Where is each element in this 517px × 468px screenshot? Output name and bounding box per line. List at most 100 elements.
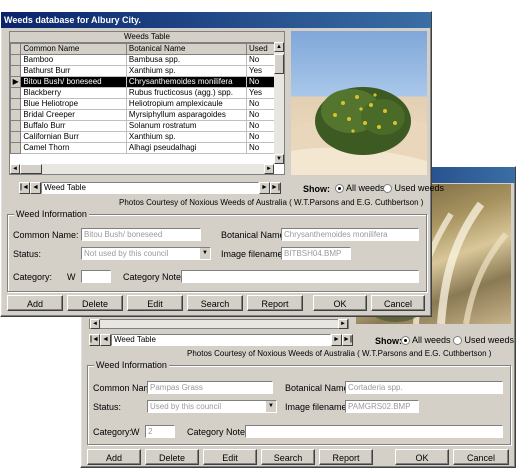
last-record-button[interactable]: ►| xyxy=(270,182,281,194)
cancel-button[interactable]: Cancel xyxy=(371,295,425,311)
grid-vscroll[interactable]: ▲ ▼ xyxy=(274,42,284,164)
cell-botanical-name[interactable]: Alhagi pseudalhagi xyxy=(125,142,248,154)
scroll-left-button[interactable]: ◄ xyxy=(10,164,20,174)
cell-botanical-name[interactable]: Myrsiphyllum asparagoides xyxy=(125,109,248,121)
status-select[interactable]: Not used by this council ▼ xyxy=(81,247,211,260)
cell-used[interactable]: No xyxy=(246,142,276,154)
cell-common-name[interactable]: Bamboo xyxy=(20,54,127,66)
scroll-down-button[interactable]: ▼ xyxy=(274,154,284,164)
common-name-field[interactable]: Bitou Bush/ boneseed xyxy=(81,228,201,241)
row-selector[interactable] xyxy=(9,131,22,143)
cell-used[interactable]: No xyxy=(246,131,276,143)
back-radio-used[interactable] xyxy=(453,336,462,346)
back-scroll-left-button[interactable]: ◄ xyxy=(90,319,100,329)
row-selector[interactable] xyxy=(9,87,22,99)
edit-button[interactable]: Edit xyxy=(127,295,183,311)
column-header-common-name[interactable]: Common Name xyxy=(20,43,127,55)
scroll-thumb[interactable] xyxy=(274,54,284,74)
row-selector[interactable] xyxy=(9,142,22,154)
scroll-up-button[interactable]: ▲ xyxy=(274,42,284,52)
back-radio-used-group[interactable]: Used weeds xyxy=(453,335,514,346)
radio-all-weeds[interactable] xyxy=(335,184,344,194)
cell-botanical-name[interactable]: Xanthium sp. xyxy=(125,131,248,143)
back-ok-button[interactable]: OK xyxy=(395,449,449,465)
back-status-select[interactable]: Used by this council ▼ xyxy=(147,400,277,413)
current-row-indicator-icon[interactable]: ▶ xyxy=(9,76,22,88)
back-search-button[interactable]: Search xyxy=(261,449,315,465)
cell-used[interactable]: Yes xyxy=(246,65,276,77)
back-last-record-button[interactable]: ►| xyxy=(342,334,353,346)
table-row[interactable]: Bamboo Bambusa spp. No xyxy=(9,54,276,66)
front-window-title[interactable]: Weeds database for Albury City. xyxy=(1,12,431,28)
back-common-name-field[interactable]: Pampas Grass xyxy=(147,381,273,394)
back-edit-button[interactable]: Edit xyxy=(203,449,257,465)
column-header-used[interactable]: Used xyxy=(246,43,276,55)
row-selector[interactable] xyxy=(9,98,22,110)
back-delete-button[interactable]: Delete xyxy=(145,449,199,465)
table-row[interactable]: Bridal Creeper Myrsiphyllum asparagoides N… xyxy=(9,109,276,121)
cell-used[interactable]: No xyxy=(246,98,276,110)
back-next-record-button[interactable]: ► xyxy=(331,334,342,346)
back-status-dropdown-icon[interactable]: ▼ xyxy=(266,401,276,412)
back-add-button[interactable]: Add xyxy=(87,449,141,465)
cell-common-name[interactable]: Californian Burr xyxy=(20,131,127,143)
cell-common-name[interactable]: Buffalo Burr xyxy=(20,120,127,132)
table-row[interactable]: ▶ Bitou Bush/ boneseed Chrysanthemoides mo… xyxy=(9,76,276,88)
back-prev-record-button[interactable]: ◄ xyxy=(100,334,111,346)
table-row[interactable]: Blue Heliotrope Heliotropium amplexicaule… xyxy=(9,98,276,110)
cell-botanical-name[interactable]: Heliotropium amplexicaule xyxy=(125,98,248,110)
cell-common-name[interactable]: Bathurst Burr xyxy=(20,65,127,77)
table-row[interactable]: Buffalo Burr Solanum rostratum No xyxy=(9,120,276,132)
grid-hscroll[interactable]: ◄ ► xyxy=(10,164,274,174)
cell-used[interactable]: No xyxy=(246,109,276,121)
botanical-name-field[interactable]: Chrysanthemoides monilifera xyxy=(281,228,419,241)
column-header-botanical-name[interactable]: Botanical Name xyxy=(125,43,248,55)
delete-button[interactable]: Delete xyxy=(67,295,123,311)
table-row[interactable]: Blackberry Rubus fructicosus (agg.) spp. Y… xyxy=(9,87,276,99)
category-field[interactable] xyxy=(81,270,111,283)
cell-used[interactable]: No xyxy=(246,120,276,132)
row-selector[interactable] xyxy=(9,109,22,121)
back-first-record-button[interactable]: |◄ xyxy=(89,334,100,346)
next-record-button[interactable]: ► xyxy=(259,182,270,194)
radio-used-weeds[interactable] xyxy=(383,184,392,194)
cell-used[interactable]: No xyxy=(246,76,276,88)
first-record-button[interactable]: |◄ xyxy=(19,182,30,194)
cell-used[interactable]: No xyxy=(246,54,276,66)
back-scroll-right-button[interactable]: ► xyxy=(338,319,348,329)
table-row[interactable]: Bathurst Burr Xanthium sp. Yes xyxy=(9,65,276,77)
cell-botanical-name[interactable]: Solanum rostratum xyxy=(125,120,248,132)
prev-record-button[interactable]: ◄ xyxy=(30,182,41,194)
cell-common-name[interactable]: Blackberry xyxy=(20,87,127,99)
scroll-right-button[interactable]: ► xyxy=(264,164,274,174)
row-selector[interactable] xyxy=(9,54,22,66)
back-radio-all[interactable] xyxy=(401,336,410,346)
cell-botanical-name[interactable]: Bambusa spp. xyxy=(125,54,248,66)
table-row[interactable]: Californian Burr Xanthium sp. No xyxy=(9,131,276,143)
back-category-note-field[interactable] xyxy=(245,425,503,438)
back-botanical-name-field[interactable]: Cortaderia spp. xyxy=(345,381,503,394)
back-cancel-button[interactable]: Cancel xyxy=(453,449,509,465)
cell-botanical-name[interactable]: Chrysanthemoides monilifera xyxy=(125,76,248,88)
image-filename-field[interactable]: BITBSH04.BMP xyxy=(281,247,351,260)
search-button[interactable]: Search xyxy=(187,295,243,311)
cell-used[interactable]: Yes xyxy=(246,87,276,99)
add-button[interactable]: Add xyxy=(7,295,63,311)
cell-common-name[interactable]: Camel Thorn xyxy=(20,142,127,154)
radio-all-group[interactable]: All weeds xyxy=(335,183,385,194)
row-selector[interactable] xyxy=(9,65,22,77)
cell-common-name[interactable]: Blue Heliotrope xyxy=(20,98,127,110)
report-button[interactable]: Report xyxy=(247,295,303,311)
back-grid-hscroll[interactable]: ◄ ► xyxy=(89,319,349,329)
back-category-field[interactable]: 2 xyxy=(145,425,175,438)
back-radio-all-group[interactable]: All weeds xyxy=(401,335,451,346)
category-note-field[interactable] xyxy=(181,270,419,283)
status-dropdown-icon[interactable]: ▼ xyxy=(200,248,210,259)
hscroll-thumb[interactable] xyxy=(20,164,42,174)
row-selector[interactable] xyxy=(9,120,22,132)
ok-button[interactable]: OK xyxy=(313,295,367,311)
cell-botanical-name[interactable]: Rubus fructicosus (agg.) spp. xyxy=(125,87,248,99)
table-row[interactable]: Camel Thorn Alhagi pseudalhagi No xyxy=(9,142,276,154)
cell-common-name[interactable]: Bridal Creeper xyxy=(20,109,127,121)
cell-common-name[interactable]: Bitou Bush/ boneseed xyxy=(20,76,127,88)
